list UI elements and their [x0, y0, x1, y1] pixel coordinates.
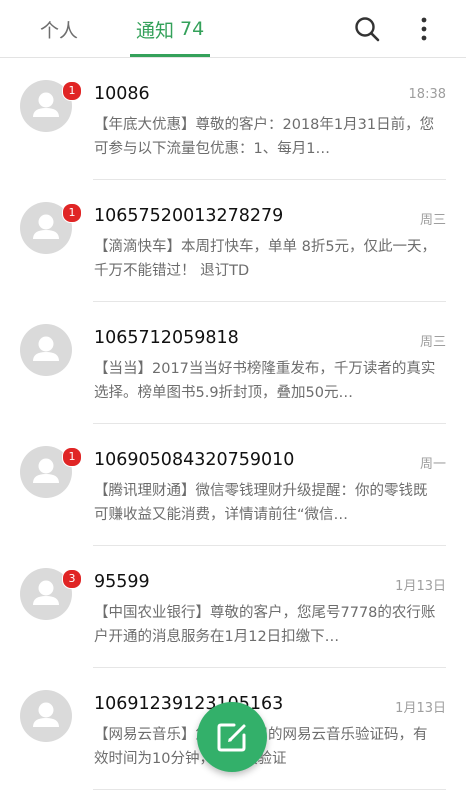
message-time: 1月13日: [395, 701, 446, 716]
message-sender: 10657520013278279: [94, 206, 284, 226]
message-time: 周三: [419, 213, 446, 228]
message-list: 1 10086 18:38 【年底大优惠】尊敬的客户：2018年1月31日前，您…: [0, 58, 466, 800]
avatar: [20, 690, 72, 742]
unread-badge: 3: [62, 569, 82, 589]
compose-button[interactable]: [197, 702, 267, 772]
message-sender: 106905084320759010: [94, 450, 295, 470]
tab-personal[interactable]: 个人: [40, 0, 78, 58]
message-preview: 【年底大优惠】尊敬的客户：2018年1月31日前，您可参与以下流量包优惠：1、每…: [94, 117, 435, 157]
more-vertical-icon: [421, 17, 427, 41]
tab-notice-count: 74: [180, 18, 205, 40]
avatar: [20, 324, 72, 376]
tab-personal-label: 个人: [40, 19, 79, 42]
message-time: 周一: [419, 457, 446, 472]
message-item[interactable]: 3 95599 1月13日 【中国农业银行】尊敬的客户，您尾号7778的农行账户…: [0, 546, 466, 668]
messages-app: 个人 通知 74 1 10086 18:38 【年底大优惠】尊敬的客户：2018…: [0, 0, 466, 800]
message-time: 1月13日: [395, 579, 446, 594]
message-preview: 【中国农业银行】尊敬的客户，您尾号7778的农行账户开通的消息服务在1月12日扣…: [94, 605, 436, 645]
message-sender: 95599: [94, 572, 150, 592]
message-preview: 【腾讯理财通】微信零钱理财升级提醒：你的零钱既可赚收益又能消费，详情请前往“微信…: [94, 483, 428, 523]
unread-badge: 1: [62, 81, 82, 101]
search-button[interactable]: [351, 13, 383, 45]
message-sender: 10086: [94, 84, 150, 104]
message-time: 周三: [419, 335, 446, 350]
active-tab-indicator: [130, 54, 210, 57]
message-item[interactable]: 1 10657520013278279 周三 【滴滴快车】本周打快车，单单 8折…: [0, 180, 466, 302]
message-item[interactable]: 1065712059818 周三 【当当】2017当当好书榜隆重发布，千万读者的…: [0, 302, 466, 424]
more-options-button[interactable]: [408, 13, 440, 45]
tab-notice-label: 通知: [136, 19, 175, 42]
message-time: 18:38: [408, 87, 446, 102]
message-item[interactable]: 1 106905084320759010 周一 【腾讯理财通】微信零钱理财升级提…: [0, 424, 466, 546]
message-item[interactable]: 1 10086 18:38 【年底大优惠】尊敬的客户：2018年1月31日前，您…: [0, 58, 466, 180]
compose-icon: [217, 723, 246, 752]
top-bar: 个人 通知 74: [0, 0, 466, 58]
person-icon: [33, 702, 59, 727]
message-sender: 1065712059818: [94, 328, 239, 348]
unread-badge: 1: [62, 447, 82, 467]
divider: [93, 789, 446, 790]
person-icon: [33, 336, 59, 361]
tab-notice[interactable]: 通知 74: [136, 0, 204, 58]
search-icon: [355, 17, 380, 42]
unread-badge: 1: [62, 203, 82, 223]
message-preview: 【滴滴快车】本周打快车，单单 8折5元，仅此一天，千万不能错过！ 退订TD: [94, 239, 437, 279]
message-preview: 【当当】2017当当好书榜隆重发布，千万读者的真实选择。榜单图书5.9折封顶，叠…: [94, 361, 436, 401]
